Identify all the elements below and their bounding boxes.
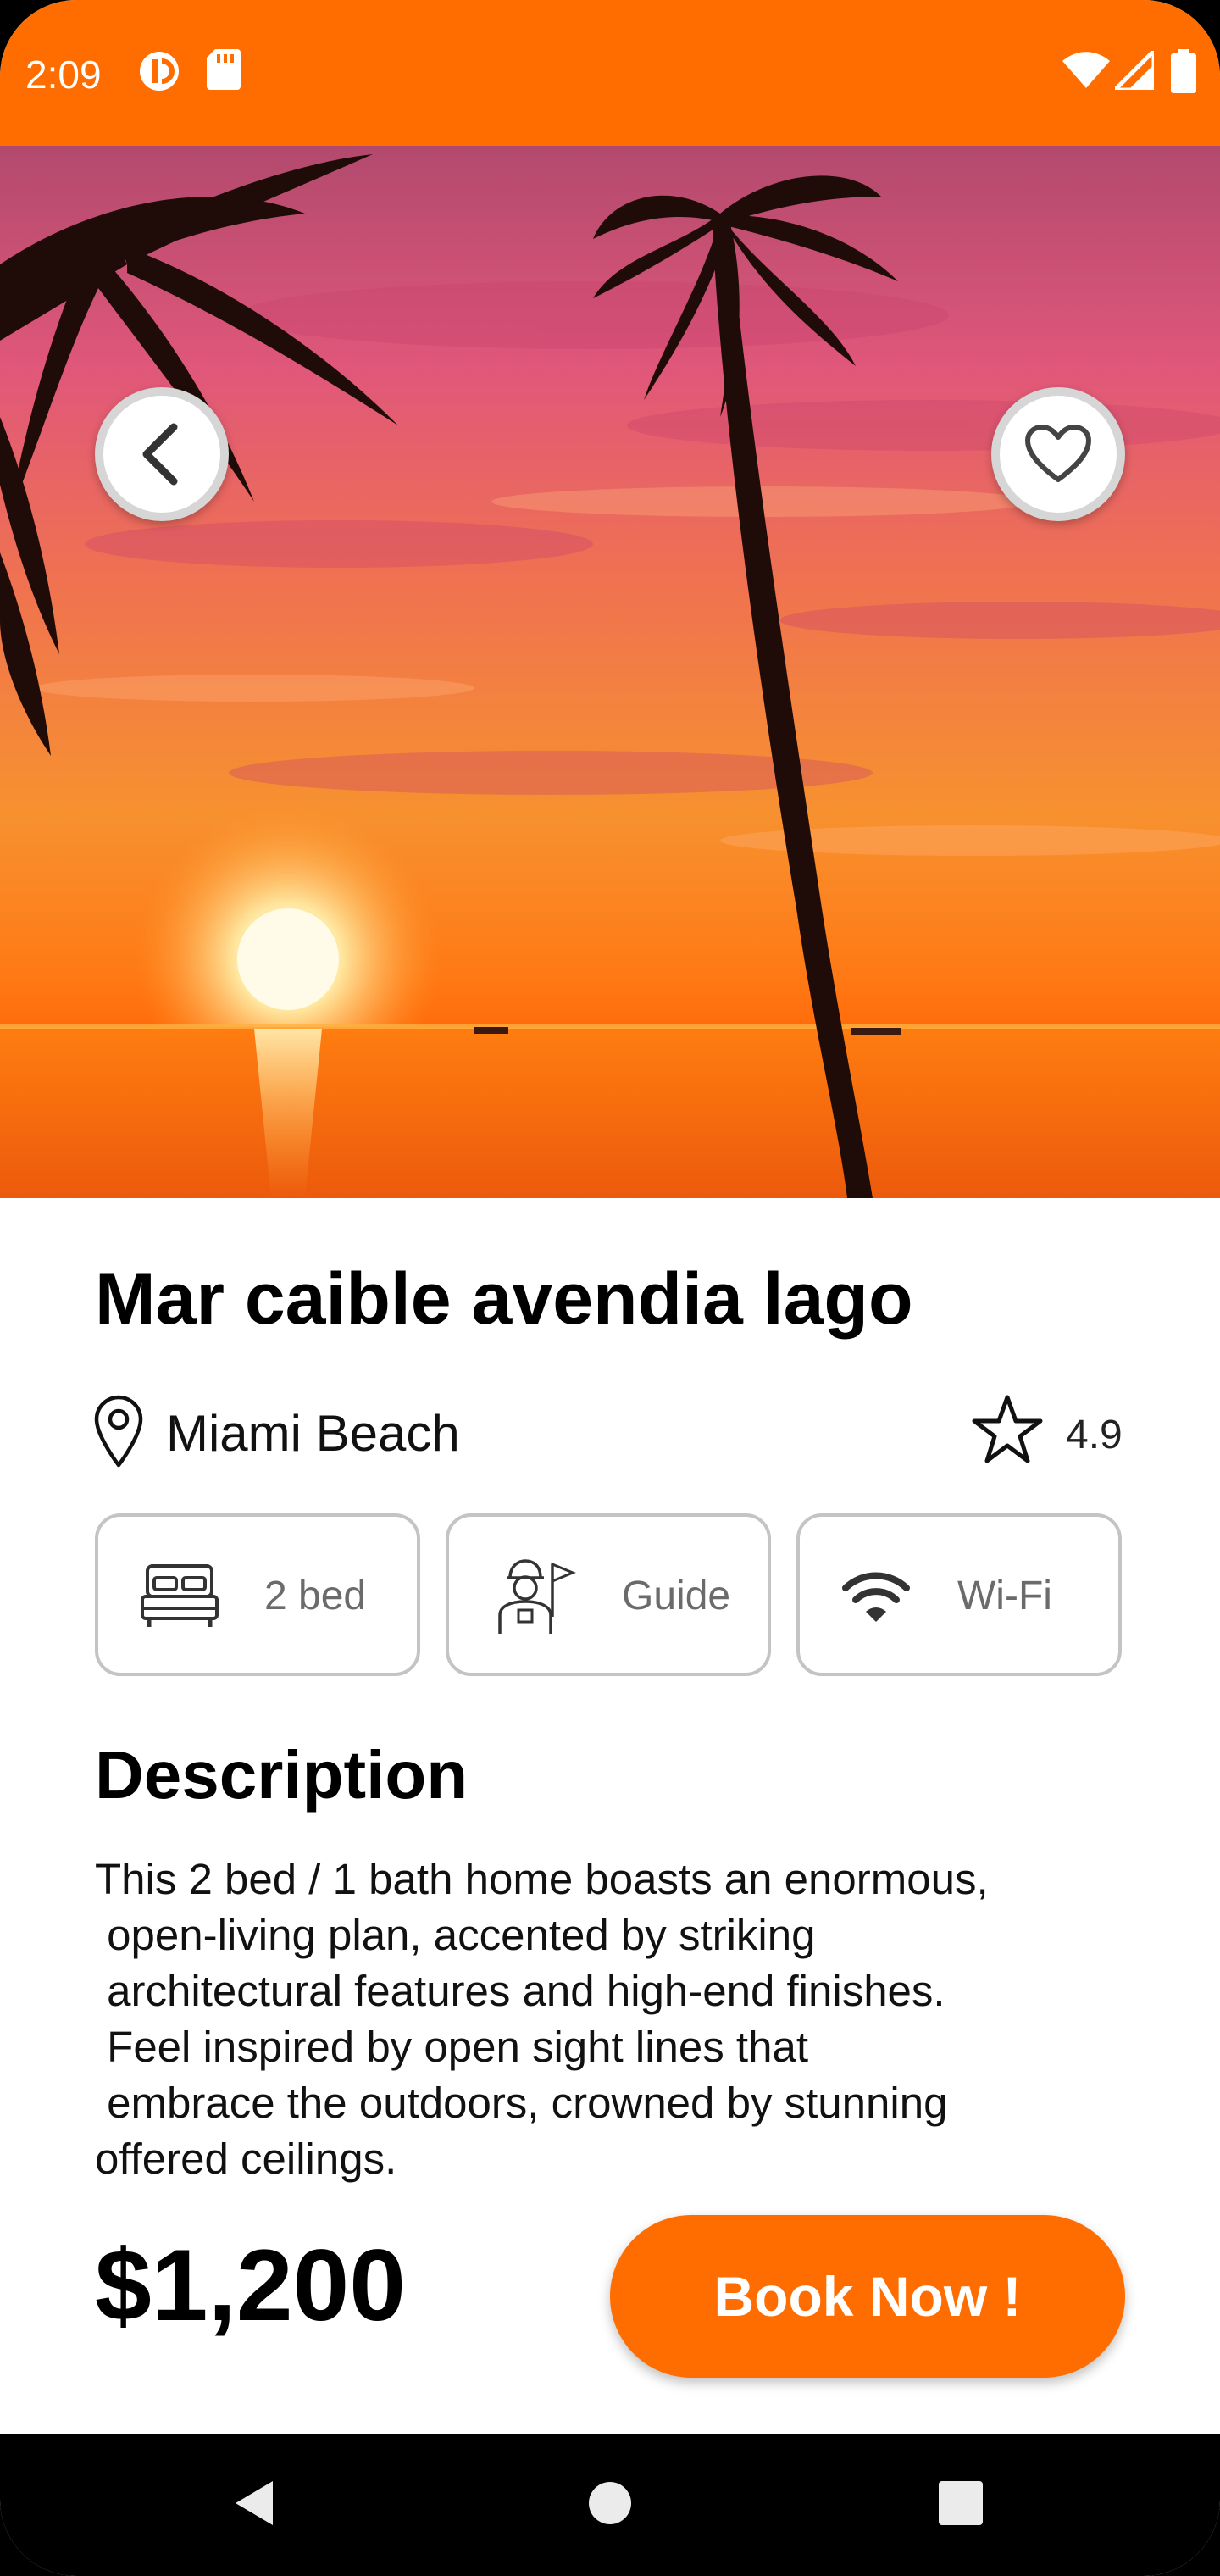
amenity-label: Guide <box>622 1574 731 1618</box>
description-text: This 2 bed / 1 bath home boasts an enorm… <box>95 1852 1154 2187</box>
battery-icon <box>1171 49 1196 97</box>
nav-recents-icon <box>939 2480 983 2529</box>
heart-outline-icon <box>1024 424 1092 485</box>
location-pin-icon <box>92 1394 146 1473</box>
amenity-guide[interactable]: Guide <box>446 1513 771 1676</box>
star-outline-icon[interactable] <box>971 1394 1044 1469</box>
status-time: 2:09 <box>25 53 102 97</box>
back-button[interactable] <box>95 387 229 521</box>
rating-value: 4.9 <box>1066 1413 1123 1457</box>
location-label: Miami Beach <box>166 1405 460 1462</box>
amenity-wifi[interactable]: Wi-Fi <box>796 1513 1122 1676</box>
listing-title: Mar caible avendia lago <box>95 1258 913 1340</box>
amenity-label: Wi-Fi <box>957 1574 1052 1618</box>
system-nav-bar <box>0 2434 1220 2576</box>
chevron-left-icon <box>136 420 187 488</box>
price-label: $1,200 <box>95 2229 407 2342</box>
nav-recents-button[interactable] <box>910 2434 1012 2576</box>
hero-image <box>0 146 1220 1198</box>
screen: 2:09 Mar caible avendia lago Miami Beach… <box>0 0 1220 2576</box>
bed-icon <box>141 1559 219 1636</box>
description-line: open-living plan, accented by striking <box>95 1911 816 1959</box>
book-now-button[interactable]: Book Now ! <box>610 2215 1125 2378</box>
description-heading: Description <box>95 1737 469 1813</box>
amenity-bed[interactable]: 2 bed <box>95 1513 420 1676</box>
status-bar: 2:09 <box>0 0 1220 146</box>
nav-back-button[interactable] <box>203 2434 305 2576</box>
favorite-button[interactable] <box>991 387 1125 521</box>
data-saver-icon <box>137 49 181 97</box>
nav-back-icon <box>230 2478 278 2533</box>
description-line: embrace the outdoors, crowned by stunnin… <box>95 2079 948 2127</box>
nav-home-icon <box>587 2480 633 2530</box>
sd-card-icon <box>207 49 241 94</box>
cell-signal-icon <box>1109 45 1156 94</box>
amenity-label: 2 bed <box>264 1574 367 1618</box>
wifi-icon <box>1062 51 1110 92</box>
sunset-beach-palm-trees-image <box>0 146 1220 1198</box>
wifi-icon <box>842 1569 910 1628</box>
nav-home-button[interactable] <box>559 2434 661 2576</box>
description-line: offered ceilings. <box>95 2135 397 2183</box>
description-line: architectural features and high-end fini… <box>95 1967 946 2015</box>
guide-person-icon <box>491 1556 576 1641</box>
description-line: Feel inspired by open sight lines that <box>95 2023 808 2071</box>
description-line: This 2 bed / 1 bath home boasts an enorm… <box>95 1855 989 1903</box>
